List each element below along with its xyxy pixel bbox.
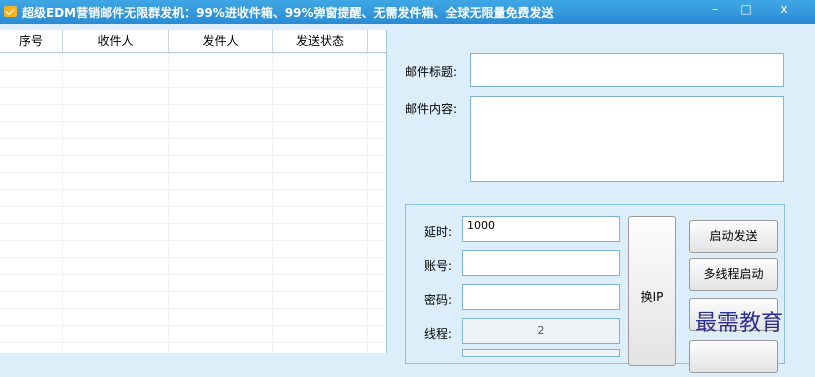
column-divider bbox=[62, 53, 63, 353]
start-send-button[interactable]: 启动发送 bbox=[689, 220, 778, 253]
extra-input bbox=[462, 349, 620, 357]
multi-thread-start-button[interactable]: 多线程启动 bbox=[689, 258, 778, 291]
threads-input: 2 bbox=[462, 318, 620, 344]
title-bar: 超级EDM营销邮件无限群发机：99%进收件箱、99%弹窗提醒、无需发件箱、全球无… bbox=[0, 0, 815, 24]
threads-label: 线程: bbox=[424, 327, 453, 341]
send-list-grid[interactable]: 序号 收件人 发件人 发送状态 bbox=[0, 30, 387, 353]
column-header-sender[interactable]: 发件人 bbox=[169, 30, 273, 52]
watermark-text: 最需教育 bbox=[695, 311, 784, 336]
grid-body[interactable] bbox=[0, 53, 386, 353]
change-ip-button[interactable]: 换IP bbox=[628, 216, 676, 366]
minimize-icon[interactable]: – bbox=[700, 0, 730, 20]
subject-label: 邮件标题: bbox=[405, 65, 458, 79]
column-header-status[interactable]: 发送状态 bbox=[273, 30, 368, 52]
column-header-recipient[interactable]: 收件人 bbox=[63, 30, 169, 52]
password-input[interactable] bbox=[462, 284, 620, 310]
grid-header: 序号 收件人 发件人 发送状态 bbox=[0, 30, 386, 53]
password-label: 密码: bbox=[424, 293, 453, 307]
unlabeled-button[interactable] bbox=[689, 340, 778, 373]
window-title: 超级EDM营销邮件无限群发机：99%进收件箱、99%弹窗提醒、无需发件箱、全球无… bbox=[22, 6, 554, 20]
content-label: 邮件内容: bbox=[405, 102, 458, 116]
column-header-seq[interactable]: 序号 bbox=[0, 30, 63, 52]
account-label: 账号: bbox=[424, 259, 453, 273]
close-icon[interactable]: x bbox=[762, 0, 806, 20]
content-textarea[interactable] bbox=[470, 96, 784, 182]
column-divider bbox=[272, 53, 273, 353]
column-divider bbox=[367, 53, 368, 353]
app-mail-icon bbox=[4, 6, 17, 17]
delay-input[interactable]: 1000 bbox=[462, 216, 620, 242]
delay-label: 延时: bbox=[424, 225, 453, 239]
column-divider bbox=[168, 53, 169, 353]
maximize-icon[interactable]: □ bbox=[731, 0, 761, 20]
account-input[interactable] bbox=[462, 250, 620, 276]
subject-input[interactable] bbox=[470, 53, 784, 87]
